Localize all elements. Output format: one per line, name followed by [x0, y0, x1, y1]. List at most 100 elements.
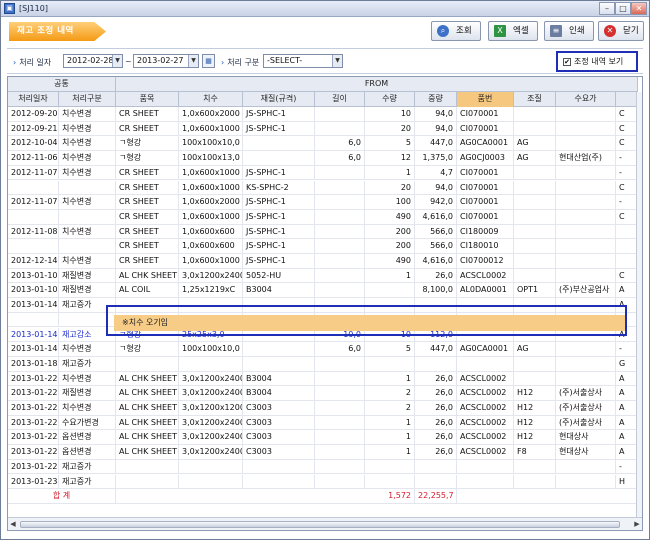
date-to-input[interactable]: 2013-02-27 ▼ [133, 54, 199, 68]
table-row[interactable]: 2013-01-10 재질변경 AL CHK SHEET 3,0x1200x2400 5… [8, 268, 638, 284]
table-row[interactable]: 2013-01-22 재고증가 - [8, 459, 638, 475]
table-row[interactable]: 2013-01-22 치수변경 AL CHK SHEET 3,0x1200x2400 B… [8, 371, 638, 387]
table-cell: 2013-01-22 [8, 371, 59, 386]
column-header[interactable]: 중량 [415, 92, 457, 107]
horizontal-scrollbar[interactable]: ◀ ▶ [8, 517, 642, 530]
table-cell: 재질변경 [59, 283, 116, 298]
table-cell: (주)서출상사 [556, 401, 616, 415]
table-row[interactable]: 2013-01-22 옵션변경 AL CHK SHEET 3,0x1200x2400 C… [8, 445, 638, 460]
table-cell-overflow: A [616, 386, 638, 401]
column-header[interactable]: 조질 [514, 92, 556, 107]
chevron-down-icon[interactable]: ▼ [332, 55, 342, 67]
table-cell: CR SHEET [116, 209, 179, 224]
table-cell [556, 136, 616, 151]
table-cell: 옵션변경 [59, 430, 116, 445]
table-row[interactable]: 2013-01-23 재고증가 H [8, 474, 638, 490]
checkbox[interactable]: ✔ [563, 58, 571, 66]
table-cell: 1 [365, 268, 415, 283]
table-cell: H12 [514, 386, 556, 401]
table-row[interactable]: 2012-11-07 치수변경 CR SHEET 1,0x600x2000 JS-SPH… [8, 195, 638, 210]
table-cell: CR SHEET [116, 107, 179, 121]
table-cell [514, 121, 556, 136]
table-row[interactable]: CR SHEET 1,0x600x1000 KS-SPHC-2 20 94,0 CI070… [8, 180, 638, 196]
search-button[interactable]: ⌕ 조회 [431, 21, 481, 41]
scroll-left-icon[interactable]: ◀ [8, 518, 18, 530]
date-from-input[interactable]: 2012-02-28 ▼ [63, 54, 123, 68]
filter-bar: › 처리 일자 2012-02-28 ▼ ~ 2013-02-27 ▼ ▦ › 처리… [7, 48, 643, 74]
table-row[interactable]: 2012-09-21 치수변경 CR SHEET 1,0x600x1000 JS-SPH… [8, 121, 638, 137]
table-cell: C3003 [243, 401, 315, 415]
table-cell: JS-SPHC-1 [243, 224, 315, 239]
table-cell [556, 195, 616, 210]
column-header[interactable]: 길이 [315, 92, 365, 107]
table-row[interactable]: 2013-01-10 재질변경 AL COIL 1,25x1219xC B3004 8,1… [8, 283, 638, 299]
table-cell: 2012-11-07 [8, 195, 59, 210]
table-row[interactable]: CR SHEET 1,0x600x1000 JS-SPHC-1 490 4,616,0 C… [8, 209, 638, 225]
table-cell-overflow: A [616, 401, 638, 415]
table-cell [315, 209, 365, 224]
table-cell: 2012-10-04 [8, 136, 59, 151]
column-header[interactable]: 수량 [365, 92, 415, 107]
type-select[interactable]: -SELECT- ▼ [263, 54, 343, 68]
table-row[interactable]: 2012-11-06 치수변경 ㄱ형강 100x100x13,0 6,0 12 1,375,… [8, 151, 638, 166]
calendar-icon[interactable]: ▦ [202, 54, 215, 68]
table-cell: CI070001 [457, 209, 514, 224]
column-header[interactable]: 품목 [116, 92, 179, 107]
table-row[interactable]: 2013-01-18 재고증가 G [8, 356, 638, 372]
minimize-button[interactable]: – [599, 2, 615, 15]
column-header[interactable]: 재질(규격) [243, 92, 315, 107]
table-cell: 20 [365, 180, 415, 195]
vertical-scrollbar[interactable] [636, 92, 642, 517]
table-cell: 치수변경 [59, 121, 116, 136]
table-row[interactable]: 2013-01-22 수요가변경 AL CHK SHEET 3,0x1200x2400… [8, 415, 638, 431]
column-header[interactable]: 처리구분 [59, 92, 116, 107]
table-cell [315, 474, 365, 489]
table-row[interactable]: 2013-01-22 재질변경 AL CHK SHEET 3,0x1200x2400 B… [8, 386, 638, 401]
scroll-thumb[interactable] [20, 521, 620, 528]
column-header[interactable] [616, 92, 638, 107]
close-button[interactable]: ✕ 닫기 [598, 21, 644, 41]
table-cell: 100x100x13,0 [179, 151, 243, 166]
chevron-down-icon[interactable]: ▼ [112, 55, 122, 67]
table-cell: CI180009 [457, 224, 514, 239]
table-row[interactable]: 2013-01-22 치수변경 AL CHK SHEET 3,0x1200x1200 C… [8, 401, 638, 416]
type-filter-label: › 처리 구분 [221, 58, 260, 67]
chevron-down-icon[interactable]: ▼ [188, 55, 198, 67]
table-row[interactable]: CR SHEET 1,0x600x600 JS-SPHC-1 200 566,0 CI18… [8, 239, 638, 254]
table-cell: 현대상사 [556, 445, 616, 460]
table-cell: 2013-01-23 [8, 474, 59, 489]
table-cell [8, 209, 59, 224]
column-header[interactable]: 수요가 [556, 92, 616, 107]
table-row[interactable]: 2013-01-22 옵션변경 AL CHK SHEET 3,0x1200x2400 C… [8, 430, 638, 446]
table-cell [243, 151, 315, 166]
table-cell-overflow: C [616, 121, 638, 136]
column-header[interactable]: 처리일자 [8, 92, 59, 107]
table-cell [415, 356, 457, 371]
column-header[interactable]: 치수 [179, 92, 243, 107]
toolbar: 재고 조정 내역 ⌕ 조회 X 엑셀 ≡ 인쇄 ✕ 닫기 [1, 18, 649, 46]
table-cell: CI180010 [457, 239, 514, 254]
table-row[interactable]: 2012-10-04 치수변경 ㄱ형강 100x100x10,0 6,0 5 447,0 AG… [8, 136, 638, 152]
table-row[interactable]: 2012-09-20 치수변경 CR SHEET 1,0x600x2000 JS-SPH… [8, 107, 638, 122]
table-row[interactable]: 2012-12-14 치수변경 CR SHEET 1,0x600x1000 JS-SPH… [8, 254, 638, 269]
table-row[interactable]: 2012-11-07 치수변경 CR SHEET 1,0x600x1000 JS-SPH… [8, 165, 638, 181]
window-close-button[interactable]: ✕ [631, 2, 647, 15]
table-cell: C3003 [243, 415, 315, 430]
scroll-right-icon[interactable]: ▶ [632, 518, 642, 530]
table-row[interactable]: 2012-11-08 치수변경 CR SHEET 1,0x600x600 JS-SPHC… [8, 224, 638, 240]
table-cell: 1 [365, 445, 415, 460]
table-row[interactable]: 2013-01-14 치수변경 ㄱ형강 100x100x10,0 6,0 5 447,0 AG… [8, 342, 638, 357]
table-cell: 447,0 [415, 342, 457, 357]
table-cell [556, 371, 616, 386]
table-cell: AL CHK SHEET [116, 401, 179, 415]
column-header[interactable]: 품번 [457, 92, 514, 107]
maximize-button[interactable]: □ [615, 2, 631, 15]
excel-button[interactable]: X 엑셀 [488, 21, 538, 41]
table-cell: 1,375,0 [415, 151, 457, 166]
table-cell [514, 180, 556, 195]
total-row: 합 계 1,572 22,255,7 [8, 489, 638, 504]
show-adjustment-toggle[interactable]: ✔ 조정 내역 보기 [556, 51, 638, 72]
table-cell [365, 474, 415, 489]
print-button[interactable]: ≡ 인쇄 [544, 21, 594, 41]
table-cell: JS-SPHC-1 [243, 254, 315, 268]
